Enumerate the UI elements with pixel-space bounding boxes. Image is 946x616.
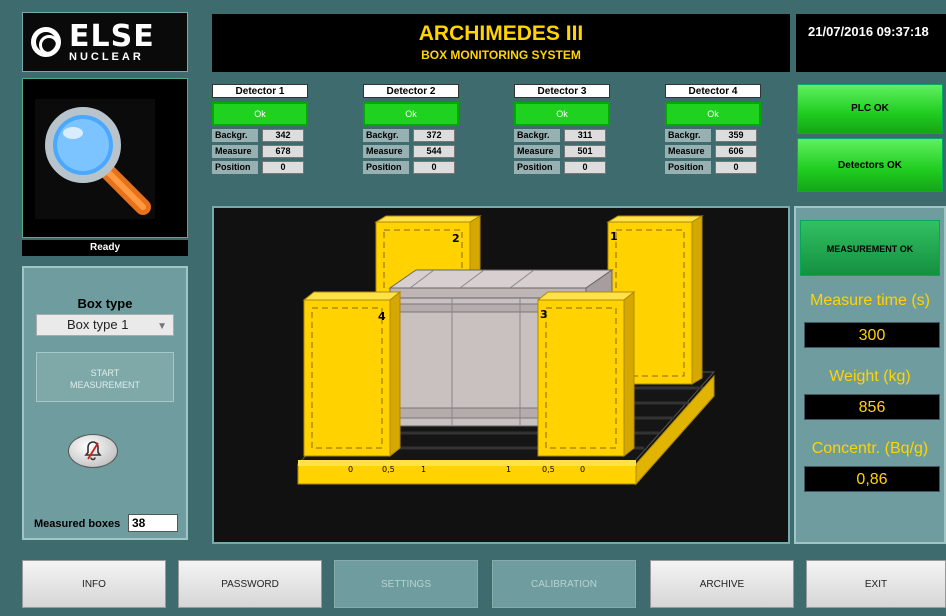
exit-button[interactable]: EXIT	[806, 560, 946, 608]
backgr-value: 359	[715, 129, 757, 142]
measure-value: 501	[564, 145, 606, 158]
detector-4-panel: Detector 4 Ok Backgr. 359 Measure 606 Posi…	[665, 84, 761, 190]
position-label: Position	[363, 161, 409, 174]
measure-time-label: Measure time (s)	[809, 292, 931, 309]
password-button[interactable]: PASSWORD	[178, 560, 322, 608]
position-value: 0	[262, 161, 304, 174]
detector-2-panel: Detector 2 Ok Backgr. 372 Measure 544 Posi…	[363, 84, 459, 190]
measure-label: Measure	[363, 145, 409, 158]
detector-state: Ok	[514, 102, 610, 126]
app-subtitle: BOX MONITORING SYSTEM	[421, 48, 581, 62]
scale-left-05: 0,5	[382, 465, 395, 474]
backgr-label: Backgr.	[212, 129, 258, 142]
scale-right-0: 0	[580, 465, 585, 474]
position-value: 0	[564, 161, 606, 174]
measured-boxes-value: 38	[128, 514, 178, 532]
position-value: 0	[715, 161, 757, 174]
position-label: Position	[212, 161, 258, 174]
detector-2-number: 2	[452, 232, 460, 245]
backgr-value: 372	[413, 129, 455, 142]
weight-value: 856	[804, 394, 940, 420]
detector-3-panel: Detector 3 Ok Backgr. 311 Measure 501 Posi…	[514, 84, 610, 190]
detector-state: Ok	[363, 102, 459, 126]
detector-state: Ok	[212, 102, 308, 126]
backgr-label: Backgr.	[665, 129, 711, 142]
info-button[interactable]: INFO	[22, 560, 166, 608]
measured-boxes-label: Measured boxes	[34, 518, 121, 530]
settings-button[interactable]: SETTINGS	[334, 560, 478, 608]
else-nuclear-logo: ELSE NUCLEAR	[22, 12, 188, 72]
measure-label: Measure	[212, 145, 258, 158]
detector-1-number: 1	[610, 230, 618, 243]
app-title: ARCHIMEDES III	[418, 22, 584, 45]
measure-label: Measure	[665, 145, 711, 158]
measure-label: Measure	[514, 145, 560, 158]
scale-right-05: 0,5	[542, 465, 555, 474]
detector-state: Ok	[665, 102, 761, 126]
position-value: 0	[413, 161, 455, 174]
detector-3-graphic: 3	[536, 290, 636, 458]
detector-name: Detector 4	[665, 84, 761, 98]
title-banner: ARCHIMEDES III BOX MONITORING SYSTEM	[212, 14, 790, 72]
detector-name: Detector 1	[212, 84, 308, 98]
position-label: Position	[665, 161, 711, 174]
archive-button[interactable]: ARCHIVE	[650, 560, 794, 608]
detector-name: Detector 3	[514, 84, 610, 98]
detector-4-graphic: 4	[302, 290, 402, 458]
measure-value: 678	[262, 145, 304, 158]
concentration-value: 0,86	[804, 466, 940, 492]
calibration-button[interactable]: CALIBRATION	[492, 560, 636, 608]
scale-left-0: 0	[348, 465, 353, 474]
backgr-label: Backgr.	[363, 129, 409, 142]
detector-4-number: 4	[378, 310, 386, 323]
left-control-panel: Box type Box type 1 ▼ START MEASUREMENT …	[22, 266, 188, 540]
logo-subtext: NUCLEAR	[69, 50, 144, 63]
plc-status-indicator: PLC OK	[797, 84, 943, 134]
status-ready: Ready	[22, 240, 188, 256]
start-label-line2: MEASUREMENT	[69, 380, 140, 390]
measure-value: 606	[715, 145, 757, 158]
position-label: Position	[514, 161, 560, 174]
logo-ring-icon	[31, 27, 61, 57]
box-type-value: Box type 1	[67, 317, 129, 332]
start-label-line1: START	[90, 368, 120, 378]
backgr-value: 311	[564, 129, 606, 142]
chevron-down-icon: ▼	[157, 321, 167, 332]
datetime-display: 21/07/2016 09:37:18	[796, 14, 946, 72]
detectors-status-indicator: Detectors OK	[797, 138, 943, 192]
magnifier-icon	[35, 99, 155, 219]
box-type-select[interactable]: Box type 1 ▼	[36, 314, 174, 336]
results-panel: MEASUREMENT OK Measure time (s) 300 Weig…	[794, 206, 946, 544]
activity-indicator-panel	[22, 78, 188, 238]
box-visualization: 0 0,5 1 1 0,5 0 2 1 4 3	[212, 206, 790, 544]
measurement-status-indicator: MEASUREMENT OK	[800, 220, 940, 276]
detector-name: Detector 2	[363, 84, 459, 98]
start-measurement-button[interactable]: START MEASUREMENT	[36, 352, 174, 402]
detector-3-number: 3	[540, 308, 548, 321]
concentration-label: Concentr. (Bq/g)	[811, 440, 929, 457]
bell-off-icon	[84, 441, 102, 461]
measure-value: 544	[413, 145, 455, 158]
backgr-label: Backgr.	[514, 129, 560, 142]
backgr-value: 342	[262, 129, 304, 142]
detector-1-panel: Detector 1 Ok Backgr. 342 Measure 678 Posi…	[212, 84, 308, 190]
scale-right-1: 1	[506, 465, 511, 474]
weight-label: Weight (kg)	[829, 368, 911, 385]
alarm-mute-button[interactable]	[68, 434, 118, 468]
logo-text: ELSE	[69, 18, 155, 54]
box-type-label: Box type	[77, 296, 133, 311]
measure-time-value: 300	[804, 322, 940, 348]
scale-left-1: 1	[421, 465, 426, 474]
